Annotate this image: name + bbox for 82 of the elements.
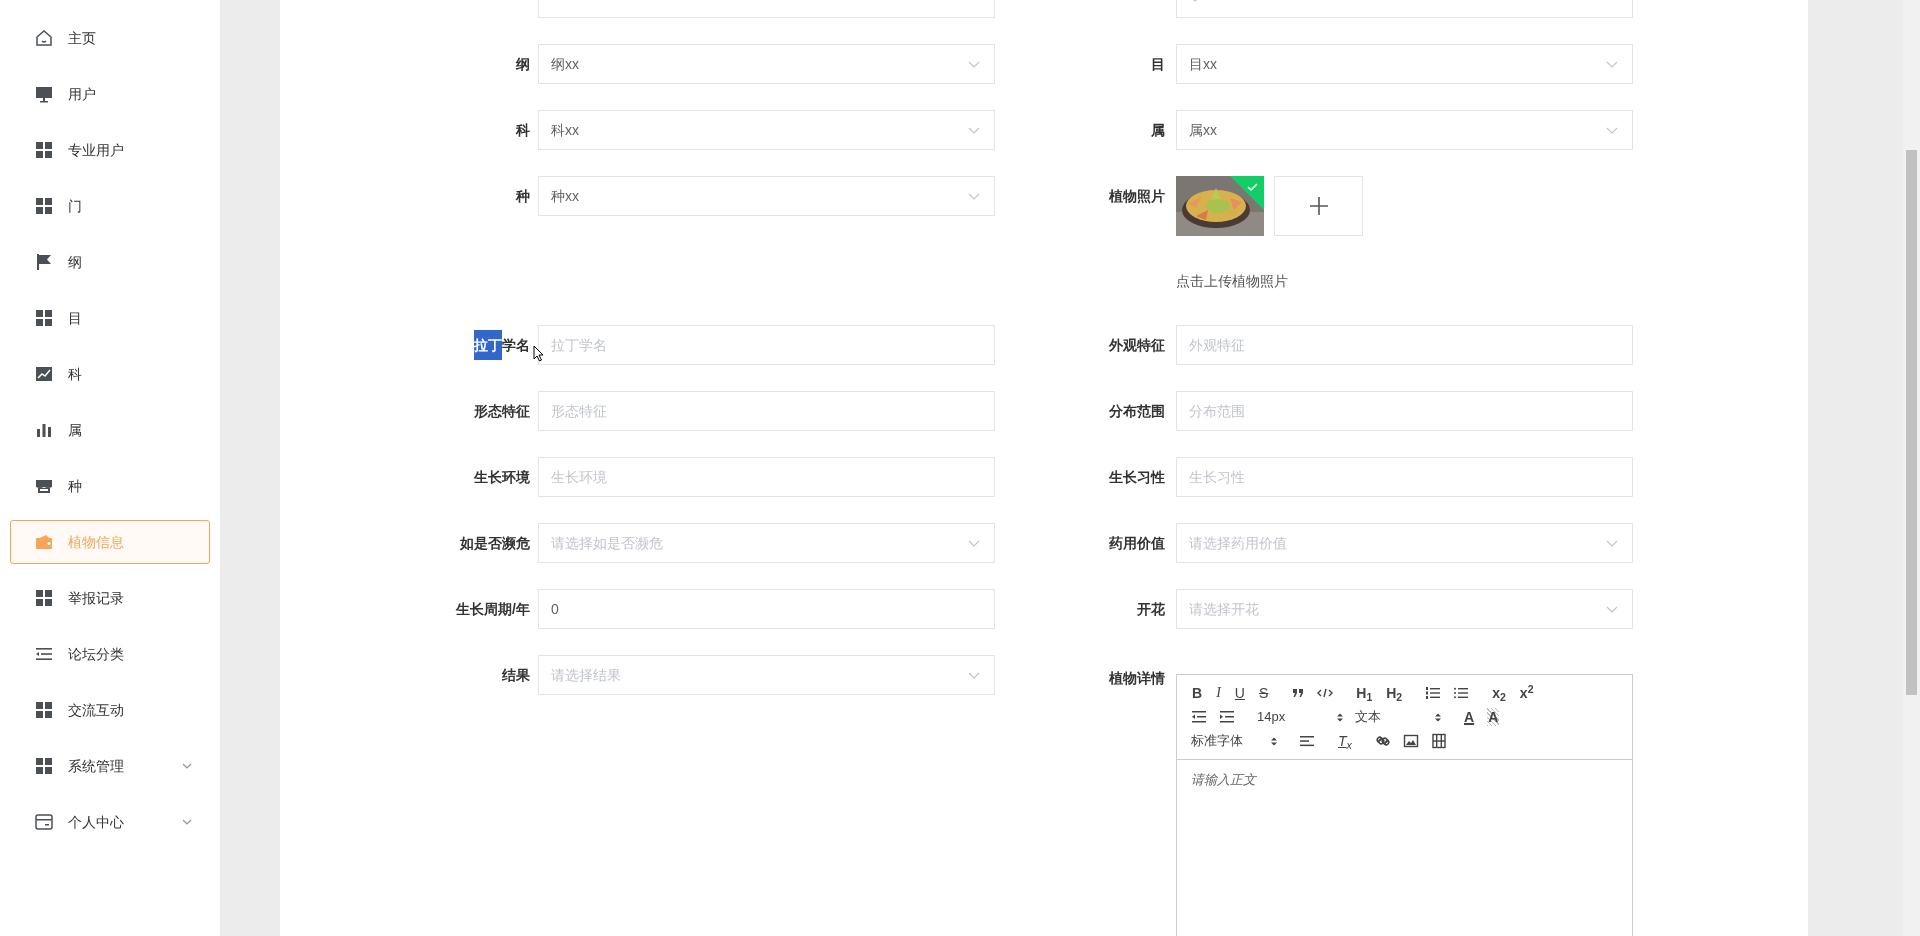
sidebar-item[interactable]: 举报记录 (10, 576, 210, 620)
select-field[interactable]: 纲xx (538, 44, 995, 84)
field-label: 拉丁学名 (474, 330, 530, 360)
scrollbar-thumb[interactable] (1906, 150, 1917, 695)
up-down-icon (1337, 712, 1343, 722)
field-label: 生长环境 (474, 468, 530, 487)
field-label: 目 (1151, 55, 1165, 74)
sidebar-item[interactable]: 交流互动 (10, 688, 210, 732)
sidebar-item[interactable]: 用户 (10, 72, 210, 116)
select-field[interactable]: 科xx (538, 110, 995, 150)
indent-icon[interactable] (1219, 709, 1235, 725)
monitor-icon (34, 84, 54, 104)
sidebar-item[interactable]: 门 (10, 184, 210, 228)
toolbar-dropdown[interactable]: 标准字体 (1191, 731, 1277, 751)
format-button[interactable]: A (1487, 708, 1500, 726)
sidebar-item[interactable]: 科 (10, 352, 210, 396)
field-label: 生长周期/年 (456, 600, 530, 619)
editor-placeholder: 请输入正文 (1190, 771, 1258, 789)
grid-icon (34, 588, 54, 608)
field-label: 属 (1151, 121, 1165, 140)
field-label: 外观特征 (1109, 336, 1165, 355)
field-label: 植物详情 (1109, 669, 1165, 688)
field-label: 形态特征 (474, 402, 530, 421)
format-button[interactable]: A (1463, 708, 1476, 726)
format-button[interactable]: B (1191, 684, 1204, 702)
image-icon[interactable] (1402, 733, 1419, 749)
select-field[interactable]: 目xx (1176, 44, 1633, 84)
field-label: 结果 (502, 666, 530, 685)
sidebar-item[interactable]: 主页 (10, 16, 210, 60)
format-button[interactable]: x$_{2}$ (1491, 684, 1507, 702)
outdent-icon[interactable] (1191, 709, 1207, 725)
format-button[interactable]: H$_{1}$ (1355, 684, 1374, 702)
field-label: 纲 (516, 55, 530, 74)
toolbar-dropdown[interactable]: 文本 (1355, 707, 1441, 727)
sidebar-item[interactable]: 系统管理 (10, 744, 210, 788)
card-icon (34, 812, 54, 832)
field-label: 种 (516, 187, 530, 206)
field-label: 植物照片 (1109, 187, 1165, 206)
grid-icon (34, 196, 54, 216)
ordered-list-icon[interactable] (1425, 685, 1442, 701)
sidebar-item[interactable]: 种 (10, 464, 210, 508)
select-field[interactable]: 属xx (1176, 110, 1633, 150)
field-label: 科 (516, 121, 530, 140)
grid-icon (34, 308, 54, 328)
format-button[interactable]: H$_{2}$ (1385, 684, 1404, 702)
sidebar-item[interactable]: 纲 (10, 240, 210, 284)
mouse-cursor-icon (533, 345, 544, 362)
plus-icon (1308, 196, 1329, 216)
grid-icon (34, 700, 54, 720)
link-icon[interactable] (1374, 733, 1391, 749)
flag-icon (34, 252, 54, 272)
format-button[interactable]: S (1257, 684, 1270, 702)
upload-hint: 点击上传植物照片 (1176, 272, 1289, 291)
up-down-icon (1435, 712, 1441, 722)
field-label: 如是否濒危 (460, 534, 530, 553)
sidebar-item[interactable]: 目 (10, 296, 210, 340)
film-icon[interactable] (1430, 733, 1447, 749)
format-button[interactable]: U (1233, 684, 1246, 702)
rich-text-editor[interactable]: B I U S H$_{1}$ H$_{2}$ x$_{2}$ x$^{2}$ 14px 文本 A A 标准字体 T$_{x}$ 请输入正文 (1176, 674, 1633, 936)
grid-icon (34, 140, 54, 160)
format-button[interactable]: T$_{x}$ (1337, 732, 1353, 750)
field-label: 药用价值 (1109, 534, 1165, 553)
select-field[interactable]: 种xx (538, 176, 995, 216)
scrollbar[interactable] (1903, 0, 1920, 936)
sidebar-item[interactable]: 个人中心 (10, 800, 210, 844)
field-label: 分布范围 (1109, 402, 1165, 421)
sidebar-item[interactable]: 论坛分类 (10, 632, 210, 676)
input-field[interactable]: 0 (538, 589, 995, 629)
chart-icon (34, 364, 54, 384)
format-button[interactable]: I (1215, 684, 1222, 702)
field-label: 开花 (1137, 600, 1165, 619)
align-icon[interactable] (1299, 733, 1315, 749)
field-label: 生长习性 (1109, 468, 1165, 487)
toolbar-dropdown[interactable]: 14px (1257, 707, 1343, 727)
home-icon (34, 28, 54, 48)
sidebar-item[interactable]: 属 (10, 408, 210, 452)
up-down-icon (1271, 736, 1277, 746)
sidebar-item[interactable]: 专业用户 (10, 128, 210, 172)
grid-icon (34, 756, 54, 776)
bullet-list-icon[interactable] (1453, 685, 1470, 701)
wallet-icon (34, 532, 54, 552)
format-button[interactable]: x$^{2}$ (1518, 684, 1535, 702)
